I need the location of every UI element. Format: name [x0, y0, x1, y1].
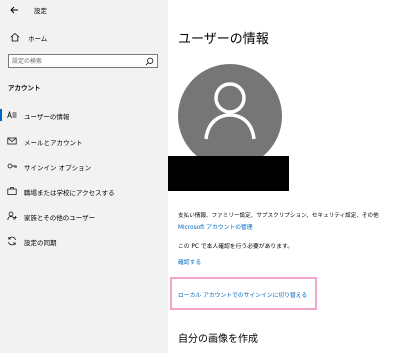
avatar	[178, 64, 282, 168]
sidebar-item-label: メールとアカウント	[24, 139, 83, 147]
home-icon	[10, 32, 20, 42]
redacted-account-name	[168, 156, 289, 191]
sidebar-item-sync[interactable]: 設定の同期	[0, 231, 168, 251]
sidebar-item-label: 設定の同期	[24, 239, 57, 247]
switch-to-local-account-link[interactable]: ローカル アカウントでのサインインに切り替える	[178, 290, 307, 299]
sidebar-item-label: 家族とその他のユーザー	[24, 214, 96, 222]
mail-icon	[7, 137, 17, 145]
main-content: ユーザーの情報 支払い情報、ファミリー設定、サブスクリプション、セキュリティ設定…	[168, 0, 400, 353]
page-title: ユーザーの情報	[178, 32, 269, 47]
manage-microsoft-account-link[interactable]: Microsoft アカウントの管理	[178, 222, 253, 231]
sidebar-item-mail[interactable]: メールとアカウント	[0, 131, 168, 151]
search-icon[interactable]	[145, 57, 154, 66]
sidebar-item-label: ホーム	[28, 35, 48, 43]
sidebar-item-label: ユーザーの情報	[24, 113, 70, 121]
sidebar-item-home[interactable]: ホーム	[4, 28, 164, 46]
person-add-icon	[7, 211, 17, 221]
app-title: 設定	[34, 7, 47, 15]
account-info-text: 支払い情報、ファミリー設定、サブスクリプション、セキュリティ設定、その他	[178, 213, 379, 219]
section-label: アカウント	[8, 84, 41, 92]
create-picture-heading: 自分の画像を作成	[178, 334, 258, 345]
sidebar-item-label: 職場または学校にアクセスする	[24, 189, 115, 197]
sidebar-item-work-school[interactable]: 職場または学校にアクセスする	[0, 181, 168, 201]
search-box[interactable]	[8, 54, 158, 68]
back-button[interactable]	[6, 3, 22, 17]
verify-link[interactable]: 確認する	[178, 257, 201, 266]
user-silhouette-icon	[204, 82, 256, 140]
sidebar-item-family[interactable]: 家族とその他のユーザー	[0, 206, 168, 226]
sidebar-item-user-info[interactable]: ユーザーの情報	[0, 105, 168, 125]
back-arrow-icon	[10, 6, 18, 14]
user-info-icon	[7, 110, 17, 119]
sidebar: 設定 ホーム アカウント ユーザーの情報 メールとアカウント	[0, 0, 168, 353]
key-icon	[7, 163, 17, 169]
verify-message: この PC で本人確認を行う必要があります。	[178, 244, 293, 250]
sidebar-item-signin-options[interactable]: サインイン オプション	[0, 156, 168, 176]
title-bar: 設定	[0, 0, 168, 20]
sync-icon	[8, 236, 16, 246]
sidebar-item-label: サインイン オプション	[24, 164, 92, 172]
briefcase-icon	[7, 187, 17, 195]
search-input[interactable]	[12, 56, 142, 66]
